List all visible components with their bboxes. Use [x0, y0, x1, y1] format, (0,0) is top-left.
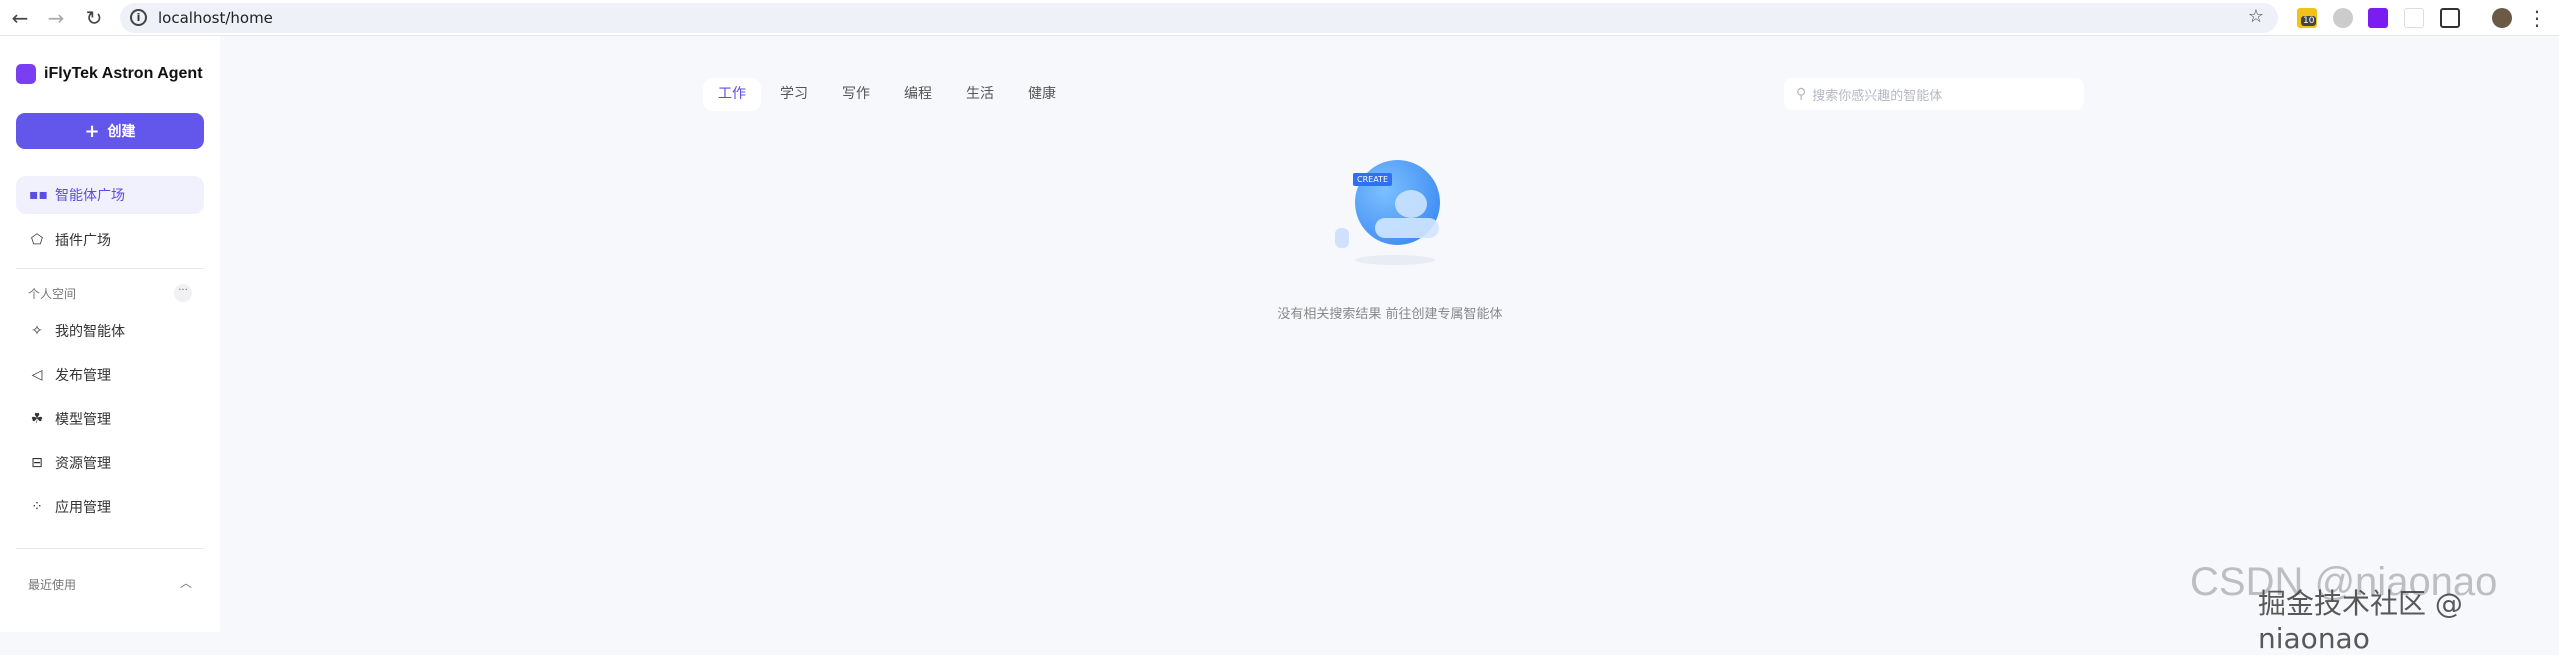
category-tabs: 工作 学习 写作 编程 生活 健康	[703, 78, 1071, 111]
extensions-puzzle-icon[interactable]	[2440, 8, 2460, 28]
tab-health[interactable]: 健康	[1013, 78, 1071, 111]
plus-icon: +	[84, 120, 100, 142]
sidebar-item-apps[interactable]: ⁘ 应用管理	[16, 488, 204, 526]
extension-icon[interactable]: 10	[2297, 8, 2317, 28]
address-bar[interactable]: i localhost/home ☆	[120, 3, 2278, 33]
tab-life[interactable]: 生活	[951, 78, 1009, 111]
create-button[interactable]: + 创建	[16, 113, 204, 149]
bookmark-star-icon[interactable]: ☆	[2248, 6, 2264, 27]
create-label: 创建	[107, 124, 136, 140]
sidebar-item-resources[interactable]: ⊟ 资源管理	[16, 444, 204, 482]
reload-icon[interactable]: ↻	[82, 6, 106, 30]
search-icon: ⚲	[1796, 86, 1807, 102]
sidebar-item-label: 智能体广场	[55, 188, 125, 204]
music-extension-icon[interactable]	[2404, 8, 2424, 28]
sidebar-item-label: 模型管理	[55, 412, 111, 428]
sidebar-item-agent-square[interactable]: ▪▪ 智能体广场	[16, 176, 204, 214]
more-options-button[interactable]: ···	[174, 284, 192, 302]
tab-writing[interactable]: 写作	[827, 78, 885, 111]
tab-coding[interactable]: 编程	[889, 78, 947, 111]
apps-icon: ⁘	[31, 499, 43, 515]
browser-toolbar: ← → ↻ i localhost/home ☆ 10 ⋮	[0, 0, 2559, 36]
sidebar: iFlyTek Astron Agent + 创建 ▪▪ 智能体广场 ⬠ 插件广场 个…	[0, 36, 220, 632]
extension-icon[interactable]	[2333, 8, 2353, 28]
search-input[interactable]: ⚲ 搜索你感兴趣的智能体	[1784, 78, 2084, 110]
sidebar-item-models[interactable]: ☘ 模型管理	[16, 400, 204, 438]
sidebar-item-label: 插件广场	[55, 233, 111, 249]
model-icon: ☘	[30, 411, 44, 427]
puzzle-icon: ⬠	[30, 232, 44, 248]
collapse-chevron-icon[interactable]: ︿	[180, 574, 192, 591]
resource-icon: ⊟	[31, 455, 43, 471]
sparkle-icon: ✧	[31, 323, 43, 339]
sidebar-item-label: 应用管理	[55, 500, 111, 516]
grid-icon: ▪▪	[29, 187, 48, 203]
tab-study[interactable]: 学习	[765, 78, 823, 111]
back-icon[interactable]: ←	[8, 6, 32, 30]
empty-illustration: CREATE	[1325, 140, 1465, 280]
send-icon: ◁	[31, 367, 43, 383]
site-info-icon[interactable]: i	[130, 9, 147, 26]
recent-heading: 最近使用	[28, 578, 77, 592]
create-badge: CREATE	[1353, 173, 1392, 186]
video-extension-icon[interactable]	[2368, 8, 2388, 28]
sidebar-item-label: 资源管理	[55, 456, 111, 472]
sidebar-item-label: 我的智能体	[55, 324, 125, 340]
search-placeholder: 搜索你感兴趣的智能体	[1812, 88, 1943, 104]
extension-badge: 10	[2301, 16, 2317, 26]
profile-avatar[interactable]	[2492, 8, 2512, 28]
sidebar-item-my-agents[interactable]: ✧ 我的智能体	[16, 312, 204, 350]
url-text[interactable]: localhost/home	[158, 9, 273, 27]
personal-space-heading: 个人空间	[28, 287, 77, 301]
sidebar-item-label: 发布管理	[55, 368, 111, 384]
app-title: iFlyTek Astron Agent	[44, 65, 203, 82]
juejin-watermark: 掘金技术社区 @ niaonao	[2258, 587, 2463, 655]
forward-icon[interactable]: →	[44, 6, 68, 30]
divider	[16, 268, 204, 269]
divider	[16, 548, 204, 549]
tab-work[interactable]: 工作	[703, 78, 761, 111]
empty-state-text: 没有相关搜索结果 前往创建专属智能体	[1277, 307, 1503, 322]
logo-icon	[16, 64, 36, 84]
sidebar-item-publish[interactable]: ◁ 发布管理	[16, 356, 204, 394]
app-logo[interactable]: iFlyTek Astron Agent	[16, 64, 203, 84]
menu-kebab-icon[interactable]: ⋮	[2525, 6, 2549, 30]
sidebar-item-plugin-square[interactable]: ⬠ 插件广场	[16, 221, 204, 259]
